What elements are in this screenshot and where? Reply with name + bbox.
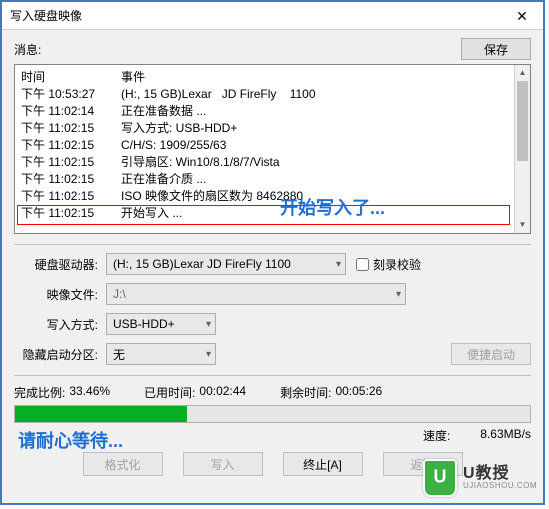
col-event-header: 事件 bbox=[121, 69, 145, 86]
log-event: ISO 映像文件的扇区数为 8462880 bbox=[121, 188, 524, 205]
method-label: 写入方式: bbox=[14, 316, 106, 333]
log-time: 下午 11:02:15 bbox=[21, 120, 121, 137]
divider-2 bbox=[14, 375, 531, 376]
scroll-up-icon[interactable]: ▲ bbox=[515, 65, 530, 81]
log-row[interactable]: 下午 11:02:15写入方式: USB-HDD+ bbox=[21, 120, 524, 137]
verify-label: 刻录校验 bbox=[373, 256, 421, 273]
drive-row: 硬盘驱动器: (H:, 15 GB)Lexar JD FireFly 1100 … bbox=[14, 253, 531, 275]
verify-checkbox[interactable] bbox=[356, 258, 369, 271]
method-dropdown[interactable]: USB-HDD+ bbox=[106, 313, 216, 335]
log-time: 下午 11:02:15 bbox=[21, 154, 121, 171]
image-label: 映像文件: bbox=[14, 286, 106, 303]
progress-fill bbox=[15, 406, 187, 422]
log-row[interactable]: 下午 11:02:15正在准备介质 ... bbox=[21, 171, 524, 188]
divider bbox=[14, 244, 531, 245]
speed-row: 速度: 8.63MB/s bbox=[14, 427, 531, 444]
format-button: 格式化 bbox=[83, 452, 163, 476]
log-row[interactable]: 下午 11:02:14正在准备数据 ... bbox=[21, 103, 524, 120]
log-event: (H:, 15 GB)Lexar JD FireFly 1100 bbox=[121, 86, 524, 103]
log-row[interactable]: 下午 11:02:15ISO 映像文件的扇区数为 8462880 bbox=[21, 188, 524, 205]
drive-label: 硬盘驱动器: bbox=[14, 256, 106, 273]
log-row[interactable]: 下午 10:53:27(H:, 15 GB)Lexar JD FireFly 1… bbox=[21, 86, 524, 103]
log-event: 写入方式: USB-HDD+ bbox=[121, 120, 524, 137]
content-area: 消息: 保存 时间 事件 下午 10:53:27(H:, 15 GB)Lexar… bbox=[2, 30, 543, 484]
log-event: 正在准备数据 ... bbox=[121, 103, 524, 120]
progress-bar bbox=[14, 405, 531, 423]
done-label: 完成比例: bbox=[14, 384, 65, 401]
log-event: 引导扇区: Win10/8.1/8/7/Vista bbox=[121, 154, 524, 171]
log-event: C/H/S: 1909/255/63 bbox=[121, 137, 524, 154]
vertical-scrollbar[interactable]: ▲ ▼ bbox=[514, 65, 530, 233]
col-time-header: 时间 bbox=[21, 69, 121, 86]
log-header: 时间 事件 bbox=[21, 69, 524, 86]
scrollbar-thumb[interactable] bbox=[517, 81, 528, 161]
portable-boot-button: 便捷启动 bbox=[451, 343, 531, 365]
abort-button[interactable]: 终止[A] bbox=[283, 452, 363, 476]
button-row: 格式化 写入 终止[A] 返回 bbox=[14, 452, 531, 476]
speed-label: 速度: bbox=[423, 427, 450, 444]
back-button: 返回 bbox=[383, 452, 463, 476]
scroll-down-icon[interactable]: ▼ bbox=[515, 217, 530, 233]
dialog-window: 写入硬盘映像 ✕ 消息: 保存 时间 事件 下午 10:53:27(H:, 15… bbox=[0, 0, 545, 505]
hidden-label: 隐藏启动分区: bbox=[14, 346, 106, 363]
log-row[interactable]: 下午 11:02:15C/H/S: 1909/255/63 bbox=[21, 137, 524, 154]
log-time: 下午 11:02:15 bbox=[21, 137, 121, 154]
hidden-row: 隐藏启动分区: 无 便捷启动 bbox=[14, 343, 531, 365]
save-button[interactable]: 保存 bbox=[461, 38, 531, 60]
elapsed-value: 00:02:44 bbox=[199, 384, 246, 401]
log-event: 开始写入 ... bbox=[121, 205, 524, 222]
log-time: 下午 11:02:15 bbox=[21, 188, 121, 205]
log-content: 时间 事件 下午 10:53:27(H:, 15 GB)Lexar JD Fir… bbox=[15, 65, 530, 226]
verify-checkbox-wrap[interactable]: 刻录校验 bbox=[356, 256, 421, 273]
method-row: 写入方式: USB-HDD+ bbox=[14, 313, 531, 335]
message-row: 消息: 保存 bbox=[14, 38, 531, 60]
log-time: 下午 10:53:27 bbox=[21, 86, 121, 103]
log-listbox[interactable]: 时间 事件 下午 10:53:27(H:, 15 GB)Lexar JD Fir… bbox=[14, 64, 531, 234]
log-row[interactable]: 下午 11:02:15引导扇区: Win10/8.1/8/7/Vista bbox=[21, 154, 524, 171]
speed-value: 8.63MB/s bbox=[480, 427, 531, 444]
message-label: 消息: bbox=[14, 41, 461, 58]
stats-row: 完成比例: 33.46% 已用时间: 00:02:44 剩余时间: 00:05:… bbox=[14, 384, 531, 401]
log-row[interactable]: 下午 11:02:15开始写入 ... bbox=[21, 205, 524, 222]
log-time: 下午 11:02:15 bbox=[21, 205, 121, 222]
write-button: 写入 bbox=[183, 452, 263, 476]
remain-value: 00:05:26 bbox=[335, 384, 382, 401]
remain-label: 剩余时间: bbox=[280, 384, 331, 401]
drive-dropdown[interactable]: (H:, 15 GB)Lexar JD FireFly 1100 bbox=[106, 253, 346, 275]
window-title: 写入硬盘映像 bbox=[10, 7, 82, 24]
done-value: 33.46% bbox=[69, 384, 110, 401]
close-button[interactable]: ✕ bbox=[501, 2, 543, 30]
elapsed-label: 已用时间: bbox=[144, 384, 195, 401]
image-dropdown[interactable]: J:\ bbox=[106, 283, 406, 305]
hidden-dropdown[interactable]: 无 bbox=[106, 343, 216, 365]
image-row: 映像文件: J:\ bbox=[14, 283, 531, 305]
log-time: 下午 11:02:15 bbox=[21, 171, 121, 188]
titlebar: 写入硬盘映像 ✕ bbox=[2, 2, 543, 30]
log-event: 正在准备介质 ... bbox=[121, 171, 524, 188]
close-icon: ✕ bbox=[516, 8, 528, 25]
log-time: 下午 11:02:14 bbox=[21, 103, 121, 120]
